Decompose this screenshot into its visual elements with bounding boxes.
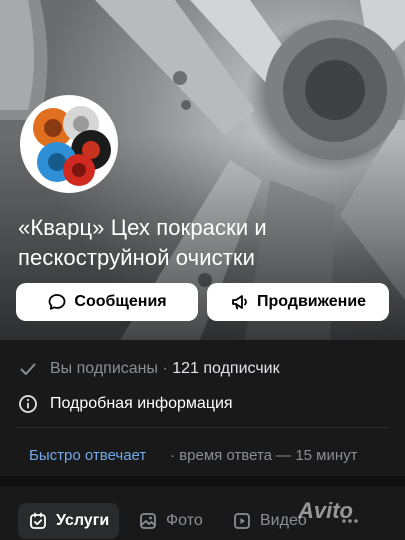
info-icon [19, 395, 37, 413]
tab-services-label: Услуги [56, 512, 110, 529]
group-title: «Кварц» Цех покраски и пескоструйной очи… [18, 215, 267, 270]
reply-time-text: время ответа — 15 минут [179, 446, 358, 464]
subscription-row[interactable]: Вы подписаны · 121 подписчик [0, 355, 405, 383]
messages-button[interactable]: Сообщения [16, 283, 198, 321]
tab-photo[interactable]: Фото [128, 503, 213, 539]
subscription-separator: · [158, 360, 173, 377]
tab-photo-label: Фото [166, 512, 203, 529]
reply-separator: · [170, 446, 180, 464]
calendar-check-icon [30, 512, 46, 529]
fast-reply-badge: Быстро отвечает [29, 446, 147, 464]
promotion-button-label: Продвижение [256, 293, 367, 310]
group-avatar[interactable] [20, 95, 118, 193]
reply-info-row: Быстро отвечает · время ответа — 15 мину… [0, 441, 405, 469]
message-icon [48, 294, 66, 310]
reply-time: · время ответа — 15 минут [170, 447, 358, 464]
section-gap [0, 476, 405, 486]
details-row[interactable]: Подробная информация [0, 390, 405, 418]
image-icon [140, 513, 156, 529]
section-divider [16, 427, 389, 428]
subscription-status: Вы подписаны [50, 360, 158, 377]
subscription-text: Вы подписаны · 121 подписчик [50, 360, 280, 378]
avito-watermark: Avito [298, 498, 353, 523]
subscriber-count[interactable]: 121 подписчик [172, 360, 279, 377]
promotion-button[interactable]: Продвижение [207, 283, 389, 321]
video-icon [234, 513, 250, 529]
details-label: Подробная информация [50, 395, 233, 412]
megaphone-icon [232, 295, 247, 310]
messages-button-label: Сообщения [74, 293, 167, 310]
checkmark-icon [20, 363, 36, 375]
tab-services[interactable]: Услуги [18, 503, 120, 539]
